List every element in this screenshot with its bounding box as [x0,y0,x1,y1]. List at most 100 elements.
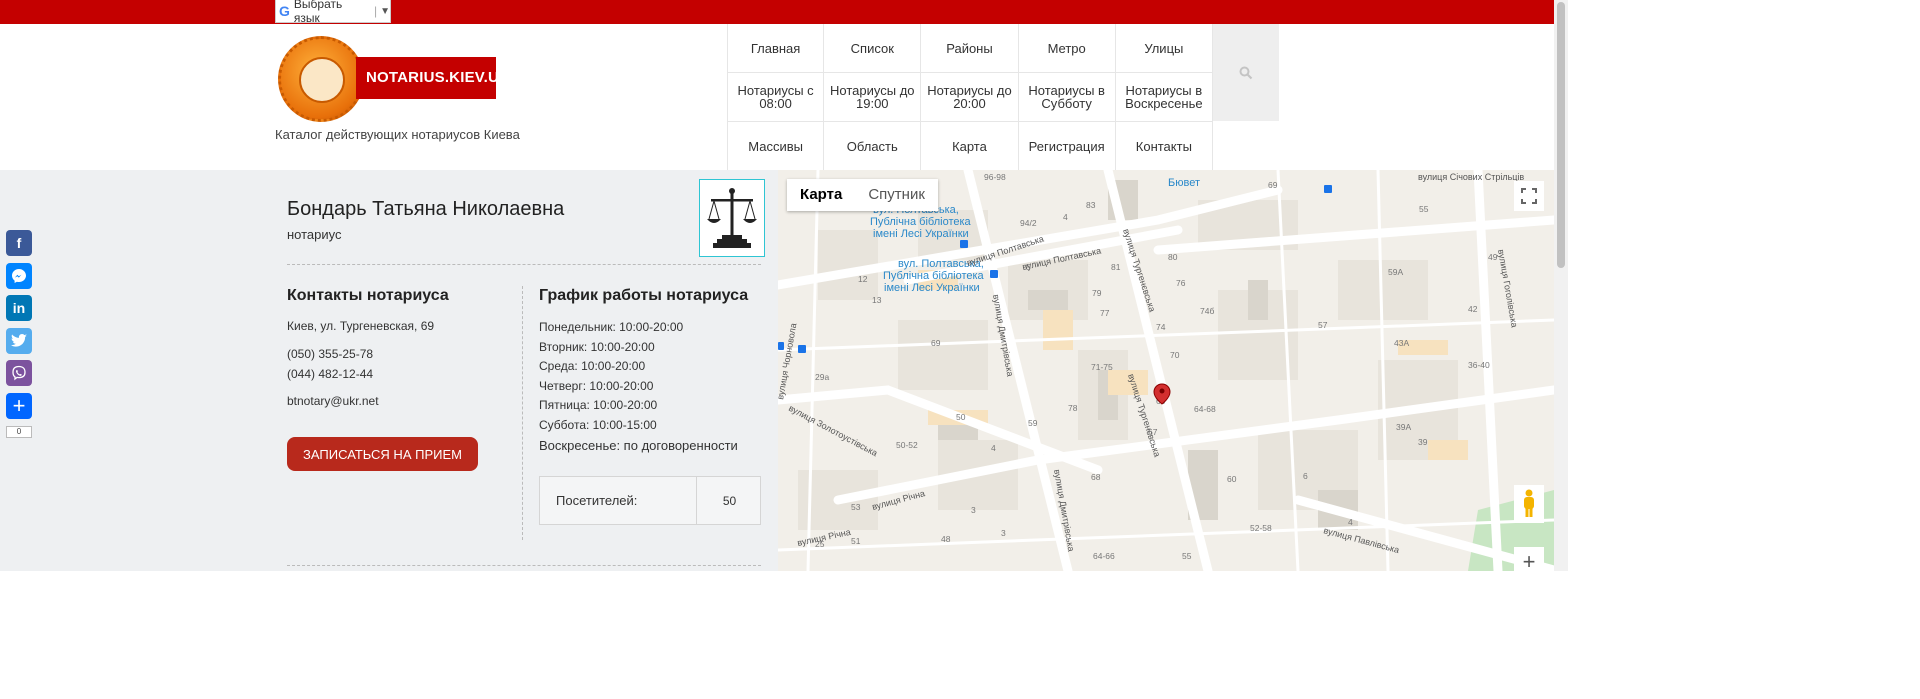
svg-text:Публічна бібліотека: Публічна бібліотека [883,270,985,282]
facebook-icon[interactable]: f [6,230,32,256]
nav-item-metro[interactable]: Метро [1018,24,1116,73]
svg-text:4: 4 [1348,517,1353,527]
nav-item-until-2000[interactable]: Нотариусы до 20:00 [921,73,1019,122]
notary-card: f in + 0 Бондарь Татьяна Николаевна нота… [0,170,778,571]
svg-text:52-58: 52-58 [1250,523,1272,533]
svg-text:59: 59 [1028,418,1038,428]
schedule-item: Воскресенье: по договоренности [539,437,738,453]
svg-text:39: 39 [1418,437,1428,447]
google-translate-widget[interactable]: G Выбрать язык | ▼ [275,0,391,25]
map-type-control: Карта Спутник [787,179,938,211]
svg-text:імені Лесі Українки: імені Лесі Українки [873,228,969,240]
schedule-item: Пятница: 10:00-20:00 [539,398,658,413]
nav-item-until-1900[interactable]: Нотариусы до 19:00 [824,73,922,122]
share-plus-icon[interactable]: + [6,392,32,419]
visitors-table: Посетителей: 50 [539,476,761,525]
svg-text:29а: 29а [815,372,829,382]
visitors-count: 50 [722,493,737,508]
fullscreen-icon[interactable] [1514,181,1544,211]
svg-text:69: 69 [931,338,941,348]
nav-item-list[interactable]: Список [824,24,922,73]
schedule-item: Четверг: 10:00-20:00 [539,378,654,393]
map-tab-map[interactable]: Карта [787,179,855,211]
svg-text:імені Лесі Українки: імені Лесі Українки [884,282,980,294]
svg-text:Бювет: Бювет [1168,177,1200,189]
svg-text:79: 79 [1092,288,1102,298]
nav-item-home[interactable]: Главная [727,24,825,73]
svg-text:57: 57 [1318,320,1328,330]
google-icon: G [279,3,290,19]
svg-text:6: 6 [1303,471,1308,481]
nav-item-registration[interactable]: Регистрация [1018,122,1116,171]
svg-text:36-40: 36-40 [1468,360,1490,370]
nav-item-saturday[interactable]: Нотариусы в Субботу [1018,73,1116,122]
svg-text:60: 60 [1227,474,1237,484]
social-share-bar: f in + 0 [6,230,34,438]
search-button[interactable] [1213,24,1279,121]
svg-text:81: 81 [1111,262,1121,272]
svg-text:48: 48 [941,534,951,544]
twitter-icon[interactable] [6,327,32,354]
nav-item-streets[interactable]: Улицы [1115,24,1213,73]
visitors-label: Посетителей: [540,477,697,524]
scrollbar-thumb[interactable] [1557,2,1565,268]
svg-text:13: 13 [872,295,882,305]
phone-2[interactable]: (044) 482-12-44 [287,367,373,381]
share-count: 0 [6,425,32,438]
svg-text:49: 49 [1488,252,1498,262]
search-icon [1239,66,1253,79]
svg-text:50: 50 [956,412,966,422]
phone-1[interactable]: (050) 355-25-78 [287,347,373,361]
svg-text:94/2: 94/2 [1020,218,1037,228]
svg-text:3: 3 [971,505,976,515]
site-logo[interactable]: NOTARIUS.KIEV.UA [278,36,510,126]
svg-text:55: 55 [1182,551,1192,561]
nav-item-massifs[interactable]: Массивы [727,122,825,171]
contacts-title: Контакты нотариуса [287,287,449,304]
appointment-button[interactable]: ЗАПИСАТЬСЯ НА ПРИЕМ [287,437,478,471]
svg-text:70: 70 [1170,350,1180,360]
top-bar [0,0,1554,24]
schedule-item: Суббота: 10:00-15:00 [539,417,657,432]
nav-item-contacts[interactable]: Контакты [1115,122,1213,171]
svg-text:4: 4 [1063,212,1068,222]
svg-text:74: 74 [1156,322,1166,332]
email[interactable]: btnotary@ukr.net [287,394,379,408]
svg-text:25: 25 [815,539,825,549]
nav-item-sunday[interactable]: Нотариусы в Воскресенье [1115,73,1213,122]
linkedin-icon[interactable]: in [6,295,32,322]
scales-icon [699,179,765,257]
svg-text:78: 78 [1068,403,1078,413]
schedule-item: Вторник: 10:00-20:00 [539,339,655,354]
svg-text:69: 69 [1268,180,1278,190]
svg-text:83: 83 [1086,200,1096,210]
schedule-item: Понедельник: 10:00-20:00 [539,320,684,334]
svg-text:Публічна бібліотека: Публічна бібліотека [870,216,972,228]
svg-text:вулиця Січових Стрільців: вулиця Січових Стрільців [1418,172,1524,182]
nav-item-districts[interactable]: Районы [921,24,1019,73]
svg-text:64-66: 64-66 [1093,551,1115,561]
zoom-in-icon[interactable]: + [1514,547,1544,571]
site-tagline: Каталог действующих нотариусов Киева [275,127,520,142]
nav-item-map[interactable]: Карта [921,122,1019,171]
svg-text:80: 80 [1168,252,1178,262]
viber-icon[interactable] [6,360,32,387]
chevron-down-icon[interactable]: ▼ [380,6,390,17]
svg-text:50-52: 50-52 [896,440,918,450]
map-tab-satellite[interactable]: Спутник [855,179,938,211]
svg-text:71-75: 71-75 [1091,362,1113,372]
svg-text:76: 76 [1176,278,1186,288]
messenger-icon[interactable] [6,262,32,289]
translate-separator: | [373,4,378,18]
page-scrollbar[interactable] [1554,0,1568,571]
svg-text:3: 3 [1001,528,1006,538]
pegman-icon[interactable] [1514,485,1544,523]
svg-text:51: 51 [851,536,861,546]
google-map[interactable]: вул. Полтавська, Публічна бібліотека іме… [778,170,1554,571]
nav-item-region[interactable]: Область [824,122,922,171]
nav-item-from-0800[interactable]: Нотариусы с 08:00 [727,73,825,122]
map-canvas[interactable]: вул. Полтавська, Публічна бібліотека іме… [778,170,1554,571]
schedule-title: График работы нотариуса [539,287,749,304]
seal-icon [278,36,364,122]
notary-name: Бондарь Татьяна Николаевна [287,198,565,220]
